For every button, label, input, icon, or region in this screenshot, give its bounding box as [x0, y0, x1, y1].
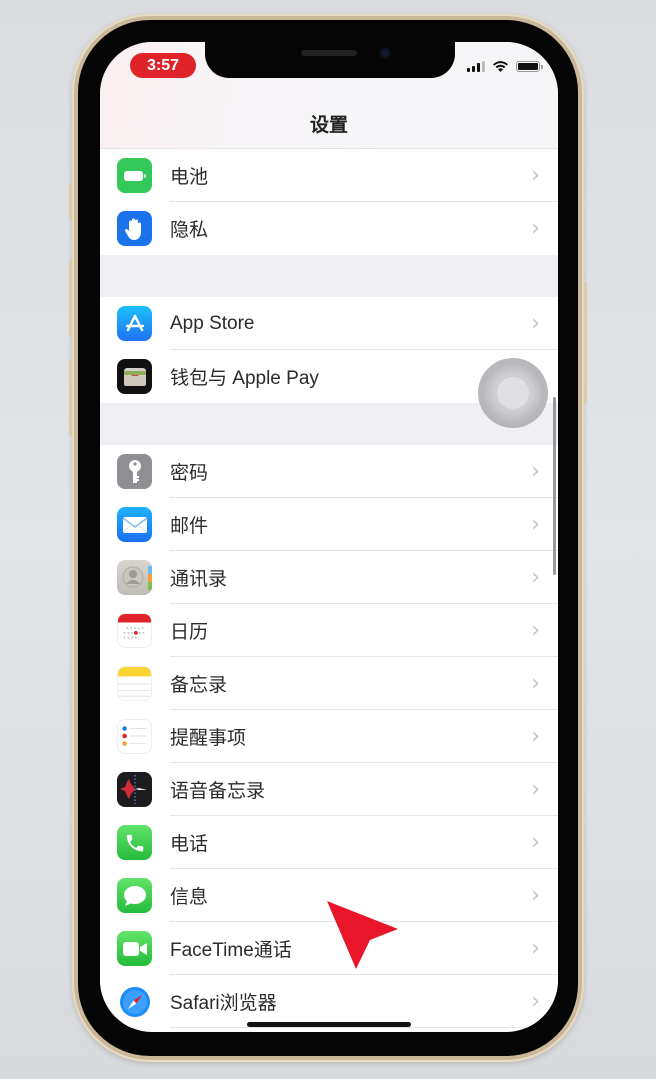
chevron-right-icon: › [531, 512, 540, 537]
chevron-right-icon: › [531, 830, 540, 855]
silent-switch [69, 184, 72, 220]
settings-row-contacts[interactable]: 通讯录 › [100, 551, 558, 604]
voice-memos-icon [117, 772, 152, 807]
page-title: 设置 [309, 115, 348, 136]
home-indicator[interactable] [247, 1022, 411, 1027]
key-icon [117, 454, 152, 489]
settings-row-passwords[interactable]: 密码 › [100, 445, 558, 498]
chevron-right-icon: › [531, 724, 540, 749]
cellular-signal-icon [467, 61, 485, 72]
hand-icon [117, 211, 152, 246]
separator [170, 1027, 558, 1028]
row-label: 通讯录 [170, 569, 228, 590]
calendar-icon [117, 613, 152, 648]
chevron-right-icon: › [531, 163, 540, 188]
screen: 设置 电池 › 隐私 › App Store › 钱包与 Apple Pay 密… [100, 42, 558, 1032]
chevron-right-icon: › [531, 936, 540, 961]
settings-row-calendar[interactable]: 日历 › [100, 604, 558, 657]
settings-row-battery[interactable]: 电池 › [100, 149, 558, 202]
volume-up-button [69, 260, 72, 336]
row-label: 语音备忘录 [170, 781, 266, 802]
settings-row-notes[interactable]: 备忘录 › [100, 657, 558, 710]
app-store-icon [117, 306, 152, 341]
chevron-right-icon: › [531, 565, 540, 590]
contacts-icon [117, 560, 152, 595]
status-time: 3:57 [130, 53, 196, 78]
annotation-pointer-arrow [327, 901, 398, 969]
battery-icon [117, 158, 152, 193]
chevron-right-icon: › [531, 459, 540, 484]
status-icons [467, 60, 543, 72]
chevron-right-icon: › [531, 216, 540, 241]
volume-down-button [69, 360, 72, 436]
notes-icon [117, 666, 152, 701]
safari-icon [117, 984, 152, 1019]
row-label: 日历 [170, 622, 209, 643]
row-label: 隐私 [170, 220, 209, 241]
settings-row-app-store[interactable]: App Store › [100, 297, 558, 350]
chevron-right-icon: › [531, 311, 540, 336]
row-label: App Store [170, 312, 255, 334]
row-label: 信息 [170, 887, 209, 908]
wallet-icon [117, 359, 152, 394]
row-label: Safari浏览器 [170, 993, 277, 1014]
settings-row-voice-memos[interactable]: 语音备忘录 › [100, 763, 558, 816]
mail-icon [117, 507, 152, 542]
assistive-touch-button[interactable] [478, 358, 548, 428]
settings-row-safari[interactable]: Safari浏览器 › [100, 975, 558, 1028]
row-label: 钱包与 Apple Pay [170, 368, 319, 389]
group-separator [100, 255, 558, 297]
notch [205, 42, 455, 78]
settings-row-phone[interactable]: 电话 › [100, 816, 558, 869]
row-label: 密码 [170, 463, 209, 484]
phone-icon [117, 825, 152, 860]
battery-status-icon [516, 61, 543, 72]
reminders-icon [117, 719, 152, 754]
chevron-right-icon: › [531, 989, 540, 1014]
chevron-right-icon: › [531, 777, 540, 802]
row-label: FaceTime通话 [170, 940, 292, 961]
power-button [584, 282, 587, 404]
row-label: 电池 [170, 167, 209, 188]
chevron-right-icon: › [531, 618, 540, 643]
front-camera [379, 47, 391, 59]
row-label: 提醒事项 [170, 728, 247, 749]
settings-row-reminders[interactable]: 提醒事项 › [100, 710, 558, 763]
settings-row-privacy[interactable]: 隐私 › [100, 202, 558, 255]
wifi-icon [493, 61, 508, 72]
chevron-right-icon: › [531, 883, 540, 908]
row-label: 邮件 [170, 516, 209, 537]
settings-row-mail[interactable]: 邮件 › [100, 498, 558, 551]
chevron-right-icon: › [531, 671, 540, 696]
row-label: 电话 [170, 834, 209, 855]
scroll-indicator[interactable] [553, 397, 556, 575]
messages-icon [117, 878, 152, 913]
row-label: 备忘录 [170, 675, 228, 696]
speaker-grille [301, 50, 357, 56]
facetime-icon [117, 931, 152, 966]
